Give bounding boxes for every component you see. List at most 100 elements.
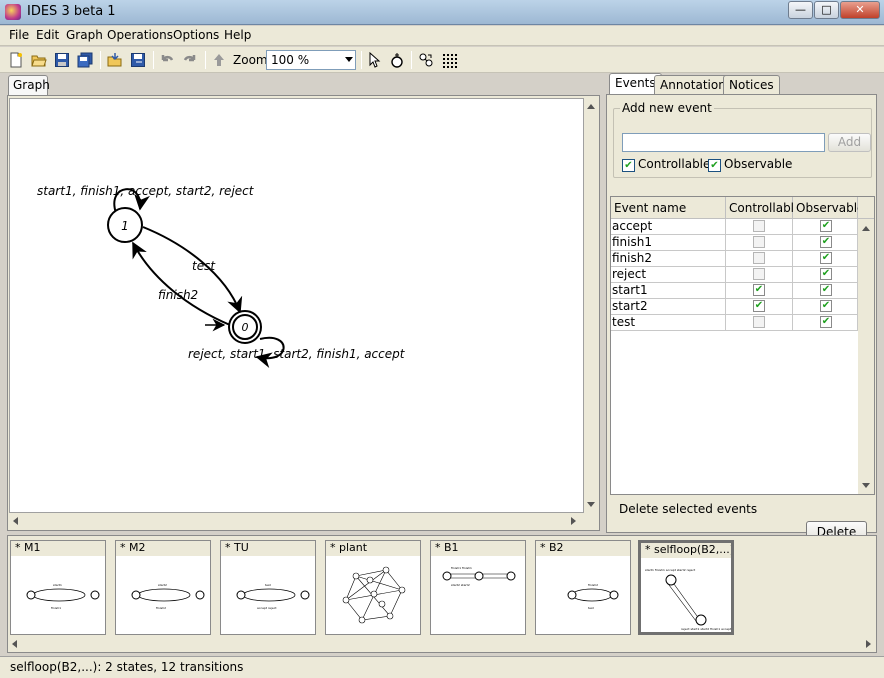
zoom-select[interactable]: 100 % — [266, 50, 356, 70]
import-button[interactable] — [105, 50, 125, 70]
state-0[interactable]: 0 — [228, 310, 262, 344]
table-row[interactable]: accept ✔ — [611, 219, 858, 235]
table-row[interactable]: finish1 ✔ — [611, 235, 858, 251]
add-event-group: Add new event Add ✔ Controllable ✔ Obser… — [613, 101, 872, 178]
observable-cell: ✔ — [793, 315, 858, 331]
close-button[interactable]: ✕ — [840, 1, 880, 19]
event-name-cell[interactable]: start2 — [611, 299, 726, 315]
tab-notices[interactable]: Notices — [723, 75, 780, 95]
observable-cell-checkbox[interactable]: ✔ — [820, 284, 832, 296]
table-row[interactable]: reject ✔ — [611, 267, 858, 283]
menu-help[interactable]: Help — [224, 28, 251, 42]
menu-options[interactable]: Options — [173, 28, 219, 42]
observable-checkbox[interactable]: ✔ — [708, 159, 721, 172]
observable-cell-checkbox[interactable]: ✔ — [820, 316, 832, 328]
column-header-observable[interactable]: Observable — [793, 197, 864, 219]
thumbnail-m2[interactable]: * M2 start2 finish2 — [115, 540, 211, 635]
menu-operations[interactable]: Operations — [107, 28, 173, 42]
controllable-cell — [726, 251, 793, 267]
event-name-cell[interactable]: reject — [611, 267, 726, 283]
event-name-input[interactable] — [622, 133, 825, 152]
table-row[interactable]: finish2 ✔ — [611, 251, 858, 267]
observable-cell-checkbox[interactable]: ✔ — [820, 252, 832, 264]
redo-button[interactable] — [180, 50, 200, 70]
menu-edit[interactable]: Edit — [36, 28, 59, 42]
controllable-cell-checkbox[interactable] — [753, 252, 765, 264]
event-name-cell[interactable]: finish2 — [611, 251, 726, 267]
create-tool-button[interactable] — [387, 50, 407, 70]
svg-text:test: test — [265, 583, 272, 587]
maximize-icon: □ — [821, 3, 832, 16]
thumbnail-b2[interactable]: * B2 finish2 test — [535, 540, 631, 635]
observable-cell: ✔ — [793, 219, 858, 235]
close-icon: ✕ — [855, 3, 865, 16]
controllable-cell-checkbox[interactable]: ✔ — [753, 284, 765, 296]
graph-vertical-scrollbar[interactable] — [584, 98, 598, 513]
edge-0-to-1[interactable] — [132, 241, 231, 326]
graph-horizontal-scrollbar[interactable] — [9, 513, 584, 528]
layout-icon — [419, 53, 433, 67]
event-name-cell[interactable]: accept — [611, 219, 726, 235]
tab-graph[interactable]: Graph — [8, 75, 50, 95]
save-all-button[interactable] — [75, 50, 95, 70]
status-bar: selfloop(B2,...): 2 states, 12 transitio… — [0, 656, 884, 678]
controllable-cell-checkbox[interactable] — [753, 268, 765, 280]
app-logo-icon — [5, 4, 21, 20]
event-name-cell[interactable]: finish1 — [611, 235, 726, 251]
observable-cell-checkbox[interactable]: ✔ — [820, 220, 832, 232]
thumbnail-scrollbar[interactable] — [8, 637, 876, 651]
controllable-checkbox[interactable]: ✔ — [622, 159, 635, 172]
observable-cell-checkbox[interactable]: ✔ — [820, 268, 832, 280]
svg-text:start2: start2 — [158, 583, 167, 587]
thumbnail-plant[interactable]: * plant — [325, 540, 421, 635]
move-up-icon — [214, 54, 224, 66]
minimize-button[interactable]: — — [788, 1, 813, 19]
maximize-button[interactable]: □ — [814, 1, 839, 19]
event-name-cell[interactable]: test — [611, 315, 726, 331]
thumbnail-title: * selfloop(B2,...) — [641, 543, 731, 558]
event-name-cell[interactable]: start1 — [611, 283, 726, 299]
observable-cell-checkbox[interactable]: ✔ — [820, 236, 832, 248]
state-1[interactable]: 1 — [107, 207, 143, 243]
undo-button[interactable] — [157, 50, 177, 70]
table-vertical-scrollbar[interactable] — [858, 219, 874, 494]
thumbnail-title: * B2 — [536, 541, 630, 556]
controllable-cell-checkbox[interactable]: ✔ — [753, 300, 765, 312]
thumbnail-b1[interactable]: * B1 finish1 finish1 start2 start2 — [430, 540, 526, 635]
controllable-cell-checkbox[interactable] — [753, 220, 765, 232]
table-row[interactable]: test ✔ — [611, 315, 858, 331]
undo-icon — [161, 55, 174, 62]
save-button[interactable] — [52, 50, 72, 70]
column-header-event-name[interactable]: Event name — [611, 197, 726, 219]
thumbnail-tu[interactable]: * TU test accept reject — [220, 540, 316, 635]
graph-canvas[interactable]: 1 0 start1, finish1, accept, start2, rej… — [9, 98, 584, 513]
export-button[interactable] — [128, 50, 148, 70]
table-row[interactable]: start1 ✔ ✔ — [611, 283, 858, 299]
column-header-controllable[interactable]: Controllable — [726, 197, 801, 219]
new-file-button[interactable] — [6, 50, 26, 70]
edge-label: test — [192, 259, 216, 273]
scroll-down-icon — [862, 483, 870, 488]
toolbar-separator — [411, 51, 412, 69]
grid-button[interactable] — [439, 50, 459, 70]
menu-graph[interactable]: Graph — [66, 28, 103, 42]
observable-cell-checkbox[interactable]: ✔ — [820, 300, 832, 312]
thumbnail-selfloop-b2[interactable]: * selfloop(B2,...) start1 finish1 accept… — [638, 540, 734, 635]
svg-text:start1: start1 — [53, 583, 62, 587]
select-tool-button[interactable] — [364, 50, 384, 70]
table-row[interactable]: start2 ✔ ✔ — [611, 299, 858, 315]
open-button[interactable] — [29, 50, 49, 70]
move-up-button[interactable] — [209, 50, 229, 70]
menu-file[interactable]: File — [9, 28, 29, 42]
toolbar: Zoom: 100 % — [0, 47, 884, 73]
redo-icon — [183, 55, 196, 62]
thumbnail-m1[interactable]: * M1 start1 finish1 — [10, 540, 106, 635]
thumbnail-title: * B1 — [431, 541, 525, 556]
layout-button[interactable] — [416, 50, 436, 70]
add-button[interactable]: Add — [828, 133, 871, 152]
thumbnail-preview: start2 finish2 — [131, 583, 205, 610]
controllable-cell-checkbox[interactable] — [753, 236, 765, 248]
controllable-cell — [726, 315, 793, 331]
controllable-cell-checkbox[interactable] — [753, 316, 765, 328]
thumbnail-preview — [342, 566, 406, 624]
